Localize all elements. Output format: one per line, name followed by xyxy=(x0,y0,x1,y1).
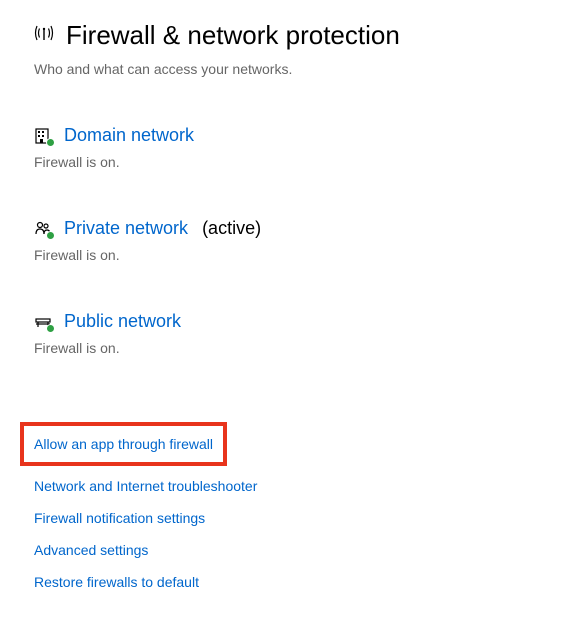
advanced-settings-link[interactable]: Advanced settings xyxy=(34,542,552,558)
bench-icon xyxy=(34,313,52,331)
page-header: Firewall & network protection Who and wh… xyxy=(34,20,552,77)
status-badge-icon xyxy=(46,231,55,240)
people-icon xyxy=(34,220,52,238)
page-title: Firewall & network protection xyxy=(66,20,400,51)
domain-network-link[interactable]: Domain network xyxy=(64,125,194,146)
active-label: (active) xyxy=(202,218,261,239)
page-subtitle: Who and what can access your networks. xyxy=(34,61,552,77)
network-header: Public network xyxy=(34,311,552,332)
highlighted-link-box: Allow an app through firewall xyxy=(20,422,227,466)
broadcast-icon xyxy=(34,24,54,47)
restore-default-link[interactable]: Restore firewalls to default xyxy=(34,574,552,590)
links-section: Allow an app through firewall Network an… xyxy=(34,422,552,590)
network-status: Firewall is on. xyxy=(34,247,552,263)
network-status: Firewall is on. xyxy=(34,154,552,170)
domain-network-section: Domain network Firewall is on. xyxy=(34,125,552,170)
private-network-link[interactable]: Private network xyxy=(64,218,188,239)
status-badge-icon xyxy=(46,138,55,147)
notification-settings-link[interactable]: Firewall notification settings xyxy=(34,510,552,526)
building-icon xyxy=(34,127,52,145)
title-row: Firewall & network protection xyxy=(34,20,552,51)
network-header: Private network (active) xyxy=(34,218,552,239)
troubleshooter-link[interactable]: Network and Internet troubleshooter xyxy=(34,478,552,494)
private-network-section: Private network (active) Firewall is on. xyxy=(34,218,552,263)
network-status: Firewall is on. xyxy=(34,340,552,356)
public-network-link[interactable]: Public network xyxy=(64,311,181,332)
allow-app-link[interactable]: Allow an app through firewall xyxy=(34,436,213,452)
network-header: Domain network xyxy=(34,125,552,146)
public-network-section: Public network Firewall is on. xyxy=(34,311,552,356)
status-badge-icon xyxy=(46,324,55,333)
